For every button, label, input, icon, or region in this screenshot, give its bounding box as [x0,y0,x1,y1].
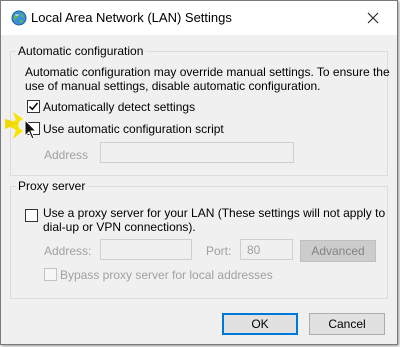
mouse-cursor-icon [5,109,41,143]
proxy-server-legend: Proxy server [16,179,88,193]
title-bar: Local Area Network (LAN) Settings [1,1,397,35]
bypass-local-label[interactable]: Bypass proxy server for local addresses [60,268,273,282]
cancel-button[interactable]: Cancel [309,313,385,335]
auto-detect-label[interactable]: Automatically detect settings [43,100,195,114]
dialog-body: Automatic configuration Automatic config… [1,35,397,344]
auto-config-description-line1: Automatic configuration may override man… [25,65,390,79]
close-icon [367,12,379,24]
network-globe-icon [11,10,27,26]
auto-config-script-label[interactable]: Use automatic configuration script [43,122,224,136]
proxy-port-input[interactable]: 80 [240,239,293,260]
proxy-address-input[interactable] [100,239,192,260]
proxy-port-label: Port: [206,244,232,258]
auto-config-description-line2: use of manual settings, disable automati… [25,79,321,93]
script-address-input[interactable] [100,142,294,163]
auto-config-legend: Automatic configuration [16,44,146,58]
window-title: Local Area Network (LAN) Settings [31,10,232,25]
bypass-local-checkbox[interactable] [44,268,57,281]
use-proxy-label-line2[interactable]: dial-up or VPN connections). [43,220,196,234]
ok-button[interactable]: OK [222,313,298,335]
lan-settings-dialog: Local Area Network (LAN) Settings Automa… [0,0,398,345]
advanced-button[interactable]: Advanced [300,240,376,262]
proxy-address-label: Address: [44,244,92,258]
use-proxy-label-line1[interactable]: Use a proxy server for your LAN (These s… [43,206,385,220]
script-address-label: Address [44,148,89,162]
close-button[interactable] [355,5,391,31]
use-proxy-checkbox[interactable] [25,209,38,222]
